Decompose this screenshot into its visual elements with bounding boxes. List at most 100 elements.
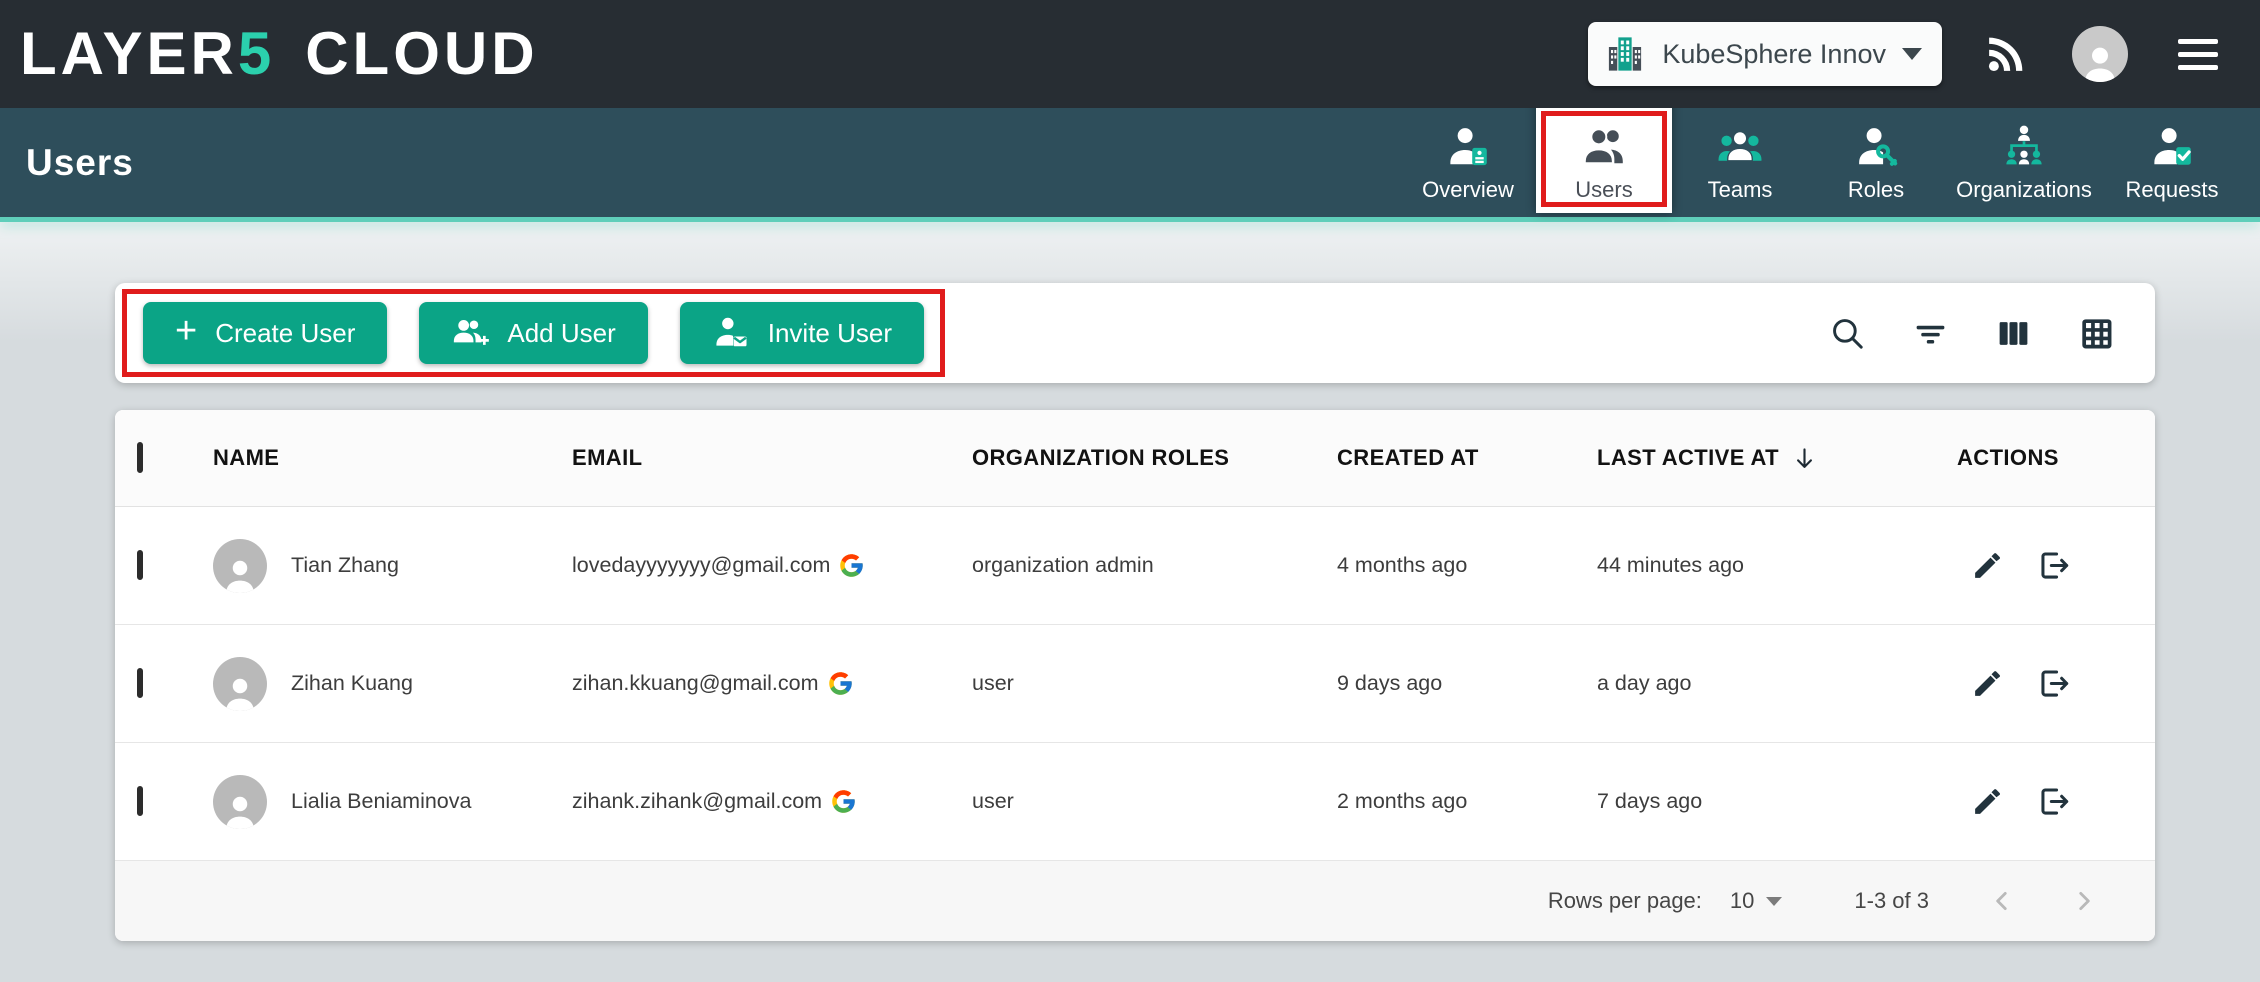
remove-user-button[interactable] (2038, 785, 2071, 818)
remove-user-button[interactable] (2038, 549, 2071, 582)
org-switcher-label: KubeSphere Innov (1662, 39, 1886, 70)
avatar (213, 775, 267, 829)
users-nav-bar: Users Overview (0, 108, 2260, 217)
create-user-button[interactable]: + Create User (143, 302, 387, 364)
rows-per-page-select[interactable]: 10 (1730, 888, 1782, 914)
tab-roles[interactable]: Roles (1808, 108, 1944, 217)
row-checkbox[interactable] (137, 668, 143, 698)
grid-view-icon[interactable] (2078, 315, 2115, 352)
table-pagination: Rows per page: 10 1-3 of 3 (115, 861, 2155, 941)
column-header-created-at[interactable]: CREATED AT (1337, 445, 1597, 471)
main-content: + Create User Add User (0, 222, 2260, 982)
column-header-last-active[interactable]: LAST ACTIVE AT (1597, 445, 1957, 472)
tab-users-label: Users (1575, 177, 1632, 203)
exit-icon (2038, 549, 2071, 582)
layer5-cloud-logo: LAYER5 CLOUD (20, 24, 539, 84)
avatar (213, 657, 267, 711)
pencil-icon (1971, 667, 2004, 700)
overview-person-badge-icon (1445, 123, 1491, 169)
last-active-value: 44 minutes ago (1597, 553, 1957, 578)
chevron-down-icon (1902, 48, 1922, 60)
next-page-button[interactable] (2071, 888, 2097, 914)
previous-page-button[interactable] (1989, 888, 2015, 914)
hamburger-menu-icon[interactable] (2172, 33, 2224, 76)
pagination-range: 1-3 of 3 (1854, 888, 1929, 914)
table-row: Tian Zhang lovedayyyyyyy@gmail.com organ… (115, 507, 2155, 625)
column-header-email[interactable]: EMAIL (572, 445, 972, 471)
created-at-value: 2 months ago (1337, 789, 1597, 814)
row-checkbox[interactable] (137, 786, 143, 816)
nav-items: Overview Users (1400, 108, 2240, 217)
create-user-label: Create User (215, 318, 355, 349)
org-roles-value: user (972, 789, 1337, 814)
org-roles-value: organization admin (972, 553, 1337, 578)
sort-descending-icon (1791, 445, 1818, 472)
table-body: Tian Zhang lovedayyyyyyy@gmail.com organ… (115, 507, 2155, 861)
rss-feed-icon[interactable] (1984, 32, 2028, 76)
invite-user-button[interactable]: Invite User (680, 302, 924, 364)
row-checkbox[interactable] (137, 550, 143, 580)
users-toolbar: + Create User Add User (115, 283, 2155, 383)
person-mail-icon (712, 314, 750, 352)
org-switcher-dropdown[interactable]: KubeSphere Innov (1588, 22, 1942, 86)
tab-overview-label: Overview (1422, 177, 1514, 203)
invite-user-label: Invite User (768, 318, 892, 349)
add-user-button[interactable]: Add User (419, 302, 647, 364)
org-roles-value: user (972, 671, 1337, 696)
tab-roles-label: Roles (1848, 177, 1904, 203)
teams-group-icon (1717, 123, 1763, 169)
users-people-icon (1581, 123, 1627, 169)
user-email: zihank.zihank@gmail.com (572, 789, 822, 814)
select-all-checkbox[interactable] (137, 442, 143, 473)
search-icon[interactable] (1829, 315, 1866, 352)
user-name: Lialia Beniaminova (291, 789, 471, 814)
page-title: Users (26, 142, 134, 184)
tab-teams-label: Teams (1708, 177, 1773, 203)
exit-icon (2038, 785, 2071, 818)
tab-organizations[interactable]: Organizations (1944, 108, 2104, 217)
app-header: LAYER5 CLOUD KubeSphere Innov (0, 0, 2260, 108)
logo-cloud: CLOUD (305, 24, 538, 84)
google-icon (827, 670, 854, 697)
column-header-org-roles[interactable]: ORGANIZATION ROLES (972, 445, 1337, 471)
exit-icon (2038, 667, 2071, 700)
view-columns-icon[interactable] (1995, 315, 2032, 352)
avatar (213, 539, 267, 593)
requests-person-clipboard-icon (2149, 123, 2195, 169)
red-annotation-box: + Create User Add User (122, 289, 945, 377)
remove-user-button[interactable] (2038, 667, 2071, 700)
user-email: zihan.kkuang@gmail.com (572, 671, 819, 696)
user-avatar-menu[interactable] (2072, 26, 2128, 82)
person-add-icon (451, 314, 489, 352)
tab-teams[interactable]: Teams (1672, 108, 1808, 217)
last-active-value: a day ago (1597, 671, 1957, 696)
last-active-value: 7 days ago (1597, 789, 1957, 814)
column-header-actions: ACTIONS (1957, 445, 2155, 471)
tab-requests[interactable]: Requests (2104, 108, 2240, 217)
created-at-value: 9 days ago (1337, 671, 1597, 696)
tab-organizations-label: Organizations (1956, 177, 2092, 203)
pencil-icon (1971, 549, 2004, 582)
logo-5: 5 (238, 24, 275, 84)
edit-user-button[interactable] (1971, 549, 2004, 582)
tab-overview[interactable]: Overview (1400, 108, 1536, 217)
add-user-label: Add User (507, 318, 615, 349)
table-header-row: NAME EMAIL ORGANIZATION ROLES CREATED AT… (115, 410, 2155, 507)
edit-user-button[interactable] (1971, 785, 2004, 818)
table-row: Zihan Kuang zihan.kkuang@gmail.com user (115, 625, 2155, 743)
table-row: Lialia Beniaminova zihank.zihank@gmail.c… (115, 743, 2155, 861)
roles-person-key-icon (1853, 123, 1899, 169)
pencil-icon (1971, 785, 2004, 818)
logo-layer: LAYER (20, 24, 238, 84)
user-name: Tian Zhang (291, 553, 399, 578)
rows-per-page-label: Rows per page: (1548, 888, 1702, 914)
user-email: lovedayyyyyyy@gmail.com (572, 553, 830, 578)
tab-requests-label: Requests (2126, 177, 2219, 203)
created-at-value: 4 months ago (1337, 553, 1597, 578)
building-icon (1604, 33, 1646, 75)
filter-icon[interactable] (1912, 315, 1949, 352)
column-header-name[interactable]: NAME (213, 445, 572, 471)
google-icon (830, 788, 857, 815)
edit-user-button[interactable] (1971, 667, 2004, 700)
organizations-hierarchy-icon (2001, 123, 2047, 169)
